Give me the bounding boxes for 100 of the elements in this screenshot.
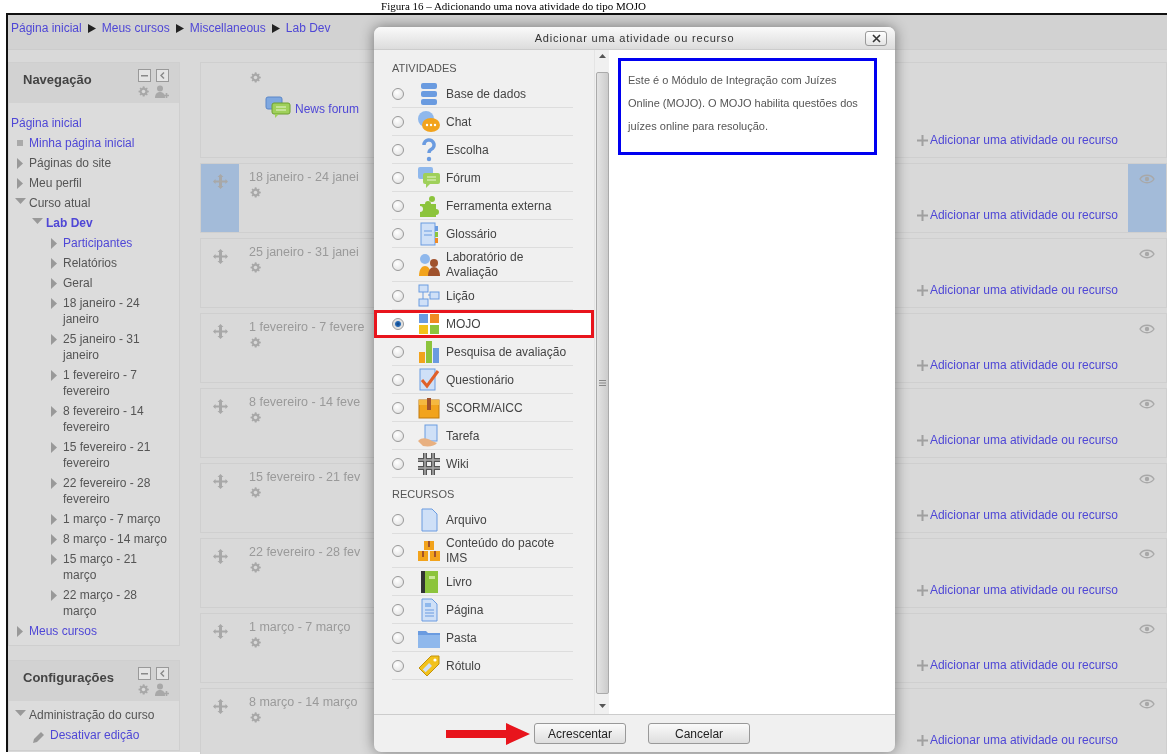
plus-icon [916,134,928,146]
minimize-icon [138,69,151,82]
radio-button[interactable] [392,514,404,526]
option-label: Conteúdo do pacote IMS [446,536,556,566]
option-label: MOJO [446,316,482,332]
option-label: Pasta [446,630,478,646]
breadcrumb-link[interactable]: Página inicial [11,21,82,35]
scrollbar[interactable] [594,50,609,714]
settings-icon [249,561,262,574]
nav-link[interactable]: Página inicial [11,115,82,131]
add-activity-link[interactable]: Adicionar uma atividade ou recurso [929,208,1118,222]
option-label: Rótulo [446,658,482,674]
breadcrumb-link[interactable]: Lab Dev [285,21,331,35]
add-activity-link[interactable]: Adicionar uma atividade ou recurso [929,658,1118,672]
nav-item[interactable]: Administração do curso [29,707,155,723]
nav-item[interactable]: Relatórios [63,255,118,271]
activity-link[interactable]: News forum [295,102,359,116]
dock-icon [156,69,169,82]
nav-item[interactable]: Geral [63,275,93,291]
plus-icon [916,734,928,746]
move-icon [212,324,228,339]
radio-button[interactable] [392,660,404,672]
eye-icon [1139,249,1155,259]
radio-button[interactable] [392,402,404,414]
tag-icon [417,654,441,678]
nav-item[interactable]: 1 março - 7 março [63,511,161,527]
book-page-icon [417,222,441,246]
radio-button[interactable] [392,318,404,330]
pencil-icon [32,730,46,744]
breadcrumb-link[interactable]: Meus cursos [101,21,170,35]
puzzle-piece-icon [417,194,441,218]
move-icon [212,549,228,564]
radio-button[interactable] [392,116,404,128]
radio-button[interactable] [392,576,404,588]
radio-button[interactable] [392,259,404,271]
add-activity-link[interactable]: Adicionar uma atividade ou recurso [929,358,1118,372]
nav-link[interactable]: Desativar edição [50,727,140,743]
move-icon [212,174,228,189]
close-button[interactable] [865,31,887,46]
add-activity-link[interactable]: Adicionar uma atividade ou recurso [929,133,1118,147]
breadcrumb-link[interactable]: Miscellaneous [189,21,266,35]
option-label: SCORM/AICC [446,400,524,416]
speech-bubbles-icon [417,166,441,190]
radio-button[interactable] [392,144,404,156]
radio-button[interactable] [392,88,404,100]
add-activity-link[interactable]: Adicionar uma atividade ou recurso [929,733,1118,747]
group-heading: ATIVIDADES [391,62,458,76]
scroll-up-icon [598,54,606,58]
radio-button[interactable] [392,458,404,470]
add-activity-link[interactable]: Adicionar uma atividade ou recurso [929,508,1118,522]
close-icon [871,34,881,43]
option-label: Pesquisa de avaliação [446,344,568,360]
nav-link[interactable]: Minha página inicial [29,135,135,151]
nav-item[interactable]: 1 fevereiro - 7 fevereiro [63,367,173,399]
radio-button[interactable] [392,604,404,616]
option-label: Arquivo [446,512,488,528]
dialog-title: Adicionar uma atividade ou recurso [534,32,735,44]
nav-item[interactable]: Meu perfil [29,175,82,191]
figure-caption: Figura 16 – Adicionando uma nova atividade do tipo MOJO [380,0,647,13]
plus-icon [916,659,928,671]
option-row[interactable]: MOJO [374,310,594,338]
nav-item[interactable]: 8 fevereiro - 14 fevereiro [63,403,173,435]
nav-item[interactable]: Páginas do site [29,155,112,171]
nav-item[interactable]: Curso atual [29,195,91,211]
settings-icon [249,711,262,724]
radio-button[interactable] [392,430,404,442]
nav-item[interactable]: 15 março - 21 março [63,551,173,583]
nav-item[interactable]: 18 janeiro - 24 janeiro [63,295,173,327]
radio-button[interactable] [392,228,404,240]
radio-button[interactable] [392,346,404,358]
radio-button[interactable] [392,374,404,386]
cancel-button[interactable]: Cancelar [648,723,751,744]
radio-button[interactable] [392,172,404,184]
add-activity-link[interactable]: Adicionar uma atividade ou recurso [929,433,1118,447]
settings-icon [137,683,150,696]
nav-item[interactable]: 22 fevereiro - 28 fevereiro [63,475,173,507]
section-title: 15 fevereiro - 21 fev [249,470,361,484]
nav-item[interactable]: 25 janeiro - 31 janeiro [63,331,173,363]
section-title: 1 fevereiro - 7 fevere [249,320,365,334]
radio-button[interactable] [392,632,404,644]
nav-link[interactable]: Meus cursos [29,623,98,639]
add-button[interactable]: Acrescentar [534,723,627,744]
nav-link[interactable]: Participantes [63,235,133,251]
nav-item[interactable]: 22 março - 28 março [63,587,173,619]
nav-link[interactable]: Lab Dev [46,215,93,231]
nav-item[interactable]: 15 fevereiro - 21 fevereiro [63,439,173,471]
move-icon [212,699,228,714]
radio-button[interactable] [392,200,404,212]
radio-button[interactable] [392,545,404,557]
radio-button[interactable] [392,290,404,302]
move-icon [212,474,228,489]
separator-arrow-icon [87,24,96,33]
settings-icon [249,186,262,199]
separator-arrow-icon [271,24,280,33]
add-activity-link[interactable]: Adicionar uma atividade ou recurso [929,283,1118,297]
section-title: 18 janeiro - 24 janei [249,170,359,184]
settings-icon [249,486,262,499]
nav-item[interactable]: 8 março - 14 março [63,531,168,547]
bullet-icon [17,140,23,146]
add-activity-link[interactable]: Adicionar uma atividade ou recurso [929,583,1118,597]
